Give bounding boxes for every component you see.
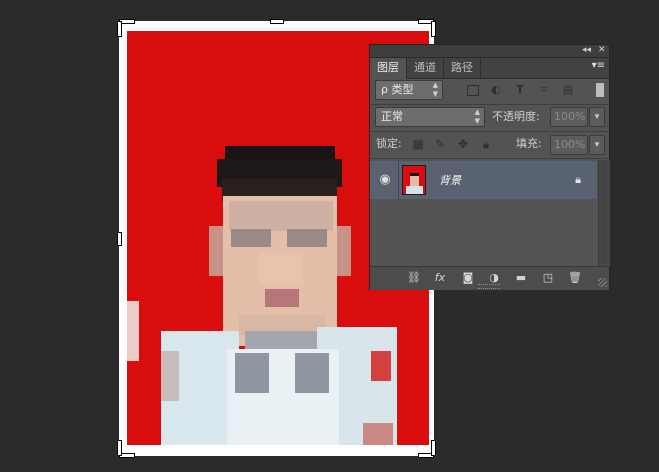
divider [370,131,609,132]
transform-handle-tl-v[interactable] [117,21,122,37]
new-group-icon[interactable]: ▬ [513,271,529,285]
lock-all-icon[interactable]: 🔒︎ [478,136,494,152]
layer-filter-row: ρ 类型 ▲ ▼ ◐ T ⌗ ▤ [370,80,609,102]
transform-handle-top[interactable] [270,19,284,24]
divider [370,158,609,159]
adjustment-filter-icon[interactable]: ◐ [487,81,505,99]
fill-dropdown-icon[interactable]: ▾ [589,135,605,155]
link-layers-icon[interactable]: ⛓ [406,271,422,285]
panel-tabs: 图层 通道 路径 ▾≡ [370,58,609,79]
fill-label: 填充: [516,137,542,150]
updown-caret-icon: ▲ ▼ [432,81,438,98]
opacity-value: 100% [554,110,586,123]
image-filter-icon[interactable] [463,81,481,99]
thumbnail-image [403,166,425,194]
blend-mode-value: 正常 [381,110,403,123]
type-filter-icon[interactable]: T [511,81,529,99]
tab-layers[interactable]: 图层 [370,58,407,79]
fill-input[interactable]: 100% [550,135,588,155]
filter-kind-label: ρ 类型 [381,83,414,96]
lock-position-icon[interactable]: ✥ [455,136,471,152]
fill-value: 100% [554,138,586,151]
opacity-dropdown-icon[interactable]: ▾ [589,107,605,127]
visibility-eye-icon[interactable]: ◉ [378,173,392,187]
panel-drag-grip[interactable] [478,284,500,289]
tab-channels[interactable]: 通道 [407,58,444,78]
close-panel-icon[interactable]: ✕ [598,44,606,56]
add-mask-icon[interactable]: ◙ [460,271,476,285]
lock-transparent-pixels-icon[interactable]: ▦ [410,136,426,152]
lock-fill-row: 锁定: ▦ ✎ ✥ 🔒︎ 填充: 100% ▾ [370,135,609,155]
updown-caret-icon: ▲ ▼ [474,108,480,125]
divider [398,161,399,199]
shape-filter-icon[interactable]: ⌗ [535,81,553,99]
divider [370,104,609,105]
layer-list: ◉ 背景 🔒︎ [370,160,597,266]
filter-toggle-switch[interactable] [596,83,604,97]
opacity-label: 不透明度: [492,110,540,123]
layers-panel: ◂◂ ✕ 图层 通道 路径 ▾≡ ρ 类型 ▲ ▼ ◐ T ⌗ ▤ 正常 ▲ ▼ 不… [369,44,610,290]
panel-title-bar[interactable]: ◂◂ ✕ [370,45,609,58]
new-layer-icon[interactable]: ◳ [540,271,556,285]
lock-label: 锁定: [376,137,402,150]
layer-lock-icon[interactable]: 🔒︎ [575,173,581,187]
transform-handle-left[interactable] [117,232,122,246]
blend-mode-select[interactable]: 正常 ▲ ▼ [375,107,485,127]
collapse-panel-icon[interactable]: ◂◂ [582,44,591,56]
layer-thumbnail[interactable] [402,165,426,195]
blend-opacity-row: 正常 ▲ ▼ 不透明度: 100% ▾ [370,107,609,129]
transform-handle-bl-v[interactable] [117,440,122,456]
layers-scrollbar[interactable] [598,160,610,266]
transform-handle-tr-v[interactable] [431,21,436,37]
filter-kind-select[interactable]: ρ 类型 ▲ ▼ [375,80,443,100]
adjustment-layer-icon[interactable]: ◑ [486,271,502,285]
smart-object-filter-icon[interactable]: ▤ [559,81,577,99]
fx-icon[interactable]: fx [432,271,448,285]
transform-handle-br-v[interactable] [431,440,436,456]
layer-row[interactable]: ◉ 背景 🔒︎ [370,161,597,199]
tab-paths[interactable]: 路径 [444,58,481,78]
panel-menu-icon[interactable]: ▾≡ [592,60,605,71]
lock-image-pixels-icon[interactable]: ✎ [432,136,448,152]
opacity-input[interactable]: 100% [550,107,588,127]
delete-layer-icon[interactable]: 🗑︎ [567,271,583,285]
panel-resize-grip[interactable] [598,278,607,287]
layer-name[interactable]: 背景 [439,172,461,188]
